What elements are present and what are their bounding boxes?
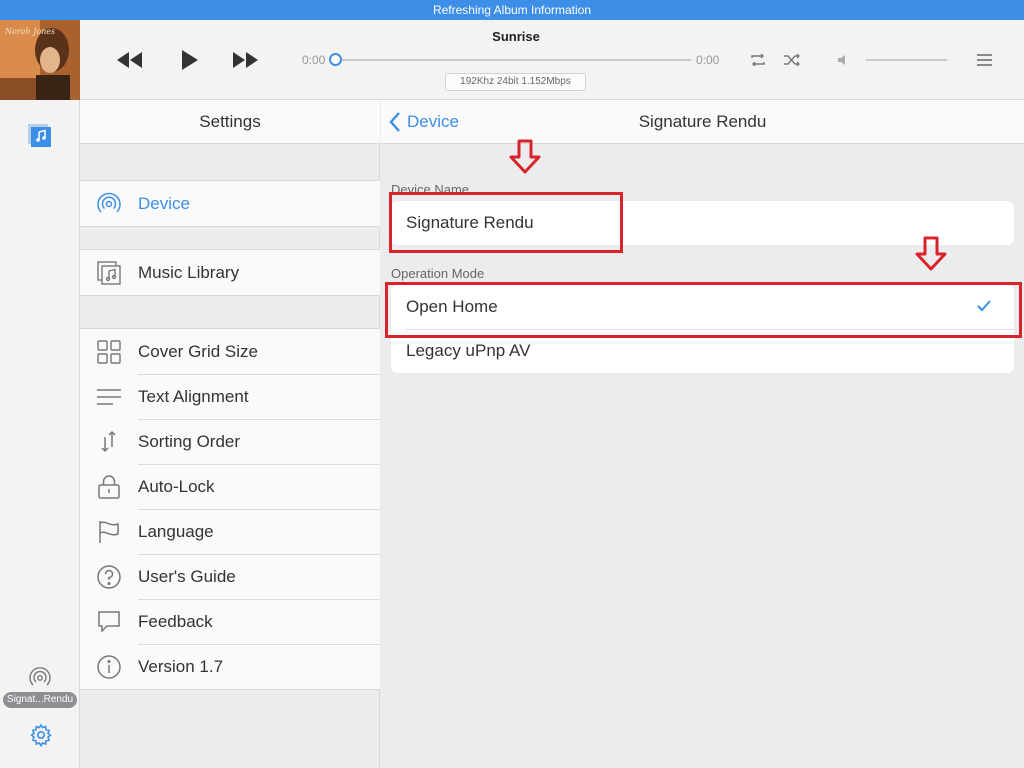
settings-item-label: User's Guide bbox=[138, 566, 236, 586]
menu-button[interactable] bbox=[976, 50, 996, 70]
settings-item-label: Text Alignment bbox=[138, 386, 249, 406]
settings-item-version[interactable]: Version 1.7 bbox=[80, 644, 380, 689]
settings-item-language[interactable]: Language bbox=[80, 509, 380, 554]
menu-icon bbox=[977, 54, 992, 66]
elapsed-time: 0:00 bbox=[302, 53, 326, 67]
status-bar: Refreshing Album Information bbox=[0, 0, 1024, 20]
repeat-button[interactable] bbox=[748, 50, 768, 70]
detail-header: Device Signature Rendu bbox=[381, 100, 1024, 144]
info-icon bbox=[97, 655, 121, 679]
device-tab[interactable] bbox=[28, 666, 52, 690]
play-icon bbox=[182, 50, 198, 70]
seek-knob[interactable] bbox=[329, 53, 342, 66]
settings-item-label: Feedback bbox=[138, 611, 213, 631]
seek-bar[interactable] bbox=[331, 59, 691, 61]
settings-item-cover-grid-size[interactable]: Cover Grid Size bbox=[80, 329, 380, 374]
settings-tab[interactable] bbox=[29, 723, 53, 748]
settings-item-label: Auto-Lock bbox=[138, 476, 215, 496]
settings-group-device: Device bbox=[80, 180, 380, 227]
text-align-icon bbox=[97, 389, 121, 405]
shuffle-button[interactable] bbox=[782, 50, 802, 70]
app-window: Refreshing Album Information Norah Jones… bbox=[0, 0, 1024, 768]
operation-mode-label: Operation Mode bbox=[391, 266, 485, 281]
settings-item-label: Device bbox=[138, 193, 190, 213]
rewind-button[interactable] bbox=[110, 44, 150, 76]
settings-item-label: Music Library bbox=[138, 262, 240, 282]
feedback-icon bbox=[98, 611, 120, 633]
play-button[interactable] bbox=[170, 44, 210, 76]
settings-item-feedback[interactable]: Feedback bbox=[80, 599, 380, 644]
grid-icon bbox=[97, 340, 121, 364]
sort-icon bbox=[101, 430, 116, 453]
fast-forward-icon bbox=[233, 52, 258, 68]
fast-forward-button[interactable] bbox=[225, 44, 265, 76]
volume-button[interactable] bbox=[836, 50, 856, 70]
gear-icon bbox=[30, 723, 52, 748]
volume-icon bbox=[838, 55, 845, 65]
player-bar: Norah Jones Sunrise 0:00 0:00 192Khz 24b… bbox=[0, 20, 1024, 100]
settings-group-general: Cover Grid Size Text Alignment Sorting O… bbox=[80, 328, 380, 690]
settings-item-label: Version 1.7 bbox=[138, 656, 224, 676]
settings-item-text-alignment[interactable]: Text Alignment bbox=[80, 374, 380, 419]
rewind-icon bbox=[117, 52, 142, 68]
lock-icon bbox=[98, 475, 120, 499]
device-icon bbox=[29, 667, 51, 686]
settings-item-label: Language bbox=[138, 521, 214, 541]
settings-title: Settings bbox=[80, 100, 380, 144]
settings-item-auto-lock[interactable]: Auto-Lock bbox=[80, 464, 380, 509]
volume-slider[interactable] bbox=[866, 59, 947, 61]
device-badge[interactable]: Signat...Rendu bbox=[3, 692, 77, 708]
help-icon bbox=[97, 565, 121, 589]
track-title: Sunrise bbox=[492, 29, 540, 44]
repeat-icon bbox=[751, 53, 765, 67]
remaining-time: 0:00 bbox=[696, 53, 720, 67]
side-rail: Signat...Rendu bbox=[0, 100, 80, 768]
status-text: Refreshing Album Information bbox=[432, 3, 592, 17]
settings-item-users-guide[interactable]: User's Guide bbox=[80, 554, 380, 599]
settings-item-label: Cover Grid Size bbox=[138, 341, 258, 361]
settings-panel: Settings Device Music Library Cover Grid… bbox=[80, 100, 380, 768]
music-library-icon bbox=[97, 261, 121, 285]
music-library-icon bbox=[28, 124, 51, 147]
annotation-box-open-home bbox=[385, 282, 1022, 338]
music-library-tab[interactable] bbox=[28, 124, 52, 148]
mode-label: Legacy uPnp AV bbox=[406, 341, 531, 360]
settings-item-music-library[interactable]: Music Library bbox=[80, 250, 380, 295]
flag-icon bbox=[99, 521, 119, 543]
annotation-box-device-name bbox=[389, 192, 623, 253]
annotation-arrow-device-name bbox=[509, 139, 541, 174]
detail-title: Signature Rendu bbox=[638, 112, 767, 131]
settings-item-label: Sorting Order bbox=[138, 431, 241, 451]
shuffle-icon bbox=[784, 53, 800, 67]
format-badge: 192Khz 24bit 1.152Mbps bbox=[445, 73, 586, 91]
annotation-arrow-open-home bbox=[915, 236, 947, 271]
settings-group-library: Music Library bbox=[80, 249, 380, 296]
settings-item-device[interactable]: Device bbox=[80, 181, 380, 226]
settings-item-sorting-order[interactable]: Sorting Order bbox=[80, 419, 380, 464]
device-icon bbox=[97, 192, 121, 213]
